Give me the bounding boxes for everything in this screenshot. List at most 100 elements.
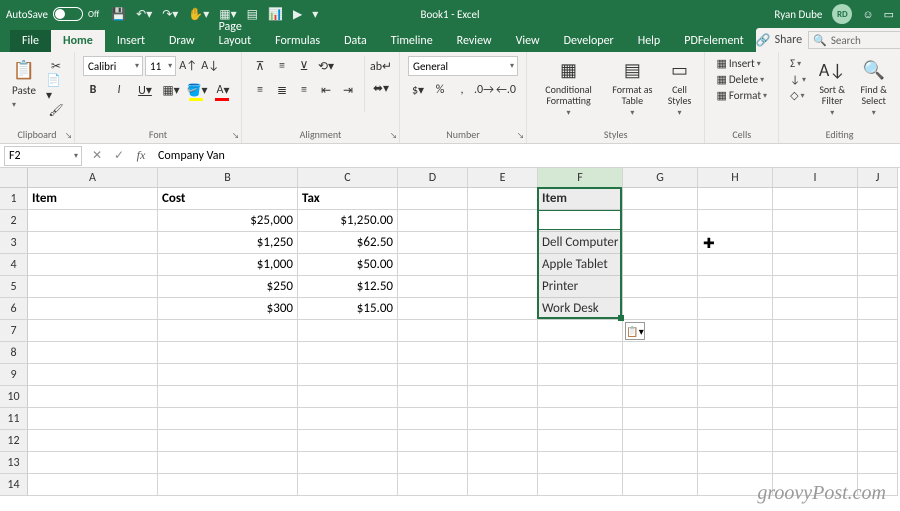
conditional-formatting-button[interactable]: ▦Conditional Formatting xyxy=(535,56,602,120)
cell-F4[interactable]: Apple Tablet xyxy=(538,254,623,276)
cell-F8[interactable] xyxy=(538,342,623,364)
bold-button[interactable]: B xyxy=(83,80,103,100)
tab-help[interactable]: Help xyxy=(626,30,673,52)
cell-J5[interactable] xyxy=(858,276,898,298)
increase-decimal-icon[interactable]: .0→ xyxy=(474,80,494,100)
cell-A6[interactable] xyxy=(28,298,158,320)
cell-B5[interactable]: $250 xyxy=(158,276,298,298)
cell-D2[interactable] xyxy=(398,210,468,232)
cell-J9[interactable] xyxy=(858,364,898,386)
cell-C12[interactable] xyxy=(298,430,398,452)
row-header-7[interactable]: 7 xyxy=(0,320,28,342)
formula-input[interactable]: Company Van xyxy=(152,149,900,163)
cell-F3[interactable]: Dell Computer xyxy=(538,232,623,254)
decrease-font-icon[interactable]: A↓ xyxy=(200,56,220,76)
cell-E10[interactable] xyxy=(468,386,538,408)
wrap-text-icon[interactable]: ab↵ xyxy=(371,56,391,76)
cell-D7[interactable] xyxy=(398,320,468,342)
format-as-table-button[interactable]: ▤Format as Table xyxy=(608,56,656,120)
fill-color-button[interactable]: 🪣▾ xyxy=(187,80,207,100)
cell-G12[interactable] xyxy=(623,430,698,452)
tab-data[interactable]: Data xyxy=(332,30,379,52)
cell-G3[interactable] xyxy=(623,232,698,254)
underline-button[interactable]: U▾ xyxy=(135,80,155,100)
cell-E11[interactable] xyxy=(468,408,538,430)
cell-J3[interactable] xyxy=(858,232,898,254)
tab-file[interactable]: File xyxy=(10,30,51,52)
insert-cells-button[interactable]: ▦ Insert xyxy=(713,56,770,71)
cell-I8[interactable] xyxy=(773,342,858,364)
tab-draw[interactable]: Draw xyxy=(157,30,207,52)
cell-G5[interactable] xyxy=(623,276,698,298)
row-header-3[interactable]: 3 xyxy=(0,232,28,254)
cell-B7[interactable] xyxy=(158,320,298,342)
cell-G10[interactable] xyxy=(623,386,698,408)
cell-E1[interactable] xyxy=(468,188,538,210)
paste-options-button[interactable]: 📋▾ xyxy=(625,322,645,340)
row-header-11[interactable]: 11 xyxy=(0,408,28,430)
cell-F13[interactable] xyxy=(538,452,623,474)
enter-formula-icon[interactable]: ✓ xyxy=(108,148,130,163)
cell-C8[interactable] xyxy=(298,342,398,364)
tab-pdfelement[interactable]: PDFelement xyxy=(672,30,755,52)
cell-G9[interactable] xyxy=(623,364,698,386)
cell-H3[interactable] xyxy=(698,232,773,254)
cell-styles-button[interactable]: ▭Cell Styles xyxy=(663,56,697,120)
cell-G14[interactable] xyxy=(623,474,698,496)
user-avatar[interactable]: RD xyxy=(832,4,852,24)
cell-I2[interactable] xyxy=(773,210,858,232)
cell-E3[interactable] xyxy=(468,232,538,254)
cell-A3[interactable] xyxy=(28,232,158,254)
percent-format-icon[interactable]: % xyxy=(430,80,450,100)
cell-E9[interactable] xyxy=(468,364,538,386)
font-color-button[interactable]: A▾ xyxy=(213,80,233,100)
row-header-1[interactable]: 1 xyxy=(0,188,28,210)
cell-I13[interactable] xyxy=(773,452,858,474)
format-cells-button[interactable]: ▦ Format xyxy=(713,88,770,103)
alignment-launcher[interactable]: ↘ xyxy=(390,131,397,141)
merge-center-icon[interactable]: ⬌▾ xyxy=(371,78,391,98)
cell-I6[interactable] xyxy=(773,298,858,320)
cell-J6[interactable] xyxy=(858,298,898,320)
cell-I9[interactable] xyxy=(773,364,858,386)
cell-I11[interactable] xyxy=(773,408,858,430)
clipboard-launcher[interactable]: ↘ xyxy=(65,131,72,141)
cell-F6[interactable]: Work Desk xyxy=(538,298,623,320)
cell-C3[interactable]: $62.50 xyxy=(298,232,398,254)
align-top-icon[interactable]: ⊼ xyxy=(250,56,270,76)
touch-mode-icon[interactable]: ✋▾ xyxy=(188,7,209,22)
cell-A7[interactable] xyxy=(28,320,158,342)
cell-J11[interactable] xyxy=(858,408,898,430)
row-header-4[interactable]: 4 xyxy=(0,254,28,276)
cell-F11[interactable] xyxy=(538,408,623,430)
cell-D8[interactable] xyxy=(398,342,468,364)
cell-I10[interactable] xyxy=(773,386,858,408)
cell-J2[interactable] xyxy=(858,210,898,232)
cell-C6[interactable]: $15.00 xyxy=(298,298,398,320)
cell-G1[interactable] xyxy=(623,188,698,210)
cell-C10[interactable] xyxy=(298,386,398,408)
cell-B12[interactable] xyxy=(158,430,298,452)
borders-button[interactable]: ▦▾ xyxy=(161,80,181,100)
row-header-2[interactable]: 2 xyxy=(0,210,28,232)
cell-B8[interactable] xyxy=(158,342,298,364)
tab-developer[interactable]: Developer xyxy=(552,30,626,52)
cell-E5[interactable] xyxy=(468,276,538,298)
cell-F5[interactable]: Printer xyxy=(538,276,623,298)
cell-I3[interactable] xyxy=(773,232,858,254)
cell-C2[interactable]: $1,250.00 xyxy=(298,210,398,232)
cell-H11[interactable] xyxy=(698,408,773,430)
cell-E2[interactable] xyxy=(468,210,538,232)
cell-B13[interactable] xyxy=(158,452,298,474)
tab-home[interactable]: Home xyxy=(51,30,105,52)
cell-G4[interactable] xyxy=(623,254,698,276)
align-center-icon[interactable]: ≣ xyxy=(272,80,292,100)
cell-H7[interactable] xyxy=(698,320,773,342)
align-bottom-icon[interactable]: ⊻ xyxy=(294,56,314,76)
col-header-J[interactable]: J xyxy=(858,168,898,188)
cell-C13[interactable] xyxy=(298,452,398,474)
cell-A10[interactable] xyxy=(28,386,158,408)
number-launcher[interactable]: ↘ xyxy=(517,131,524,141)
cell-B6[interactable]: $300 xyxy=(158,298,298,320)
row-header-14[interactable]: 14 xyxy=(0,474,28,496)
